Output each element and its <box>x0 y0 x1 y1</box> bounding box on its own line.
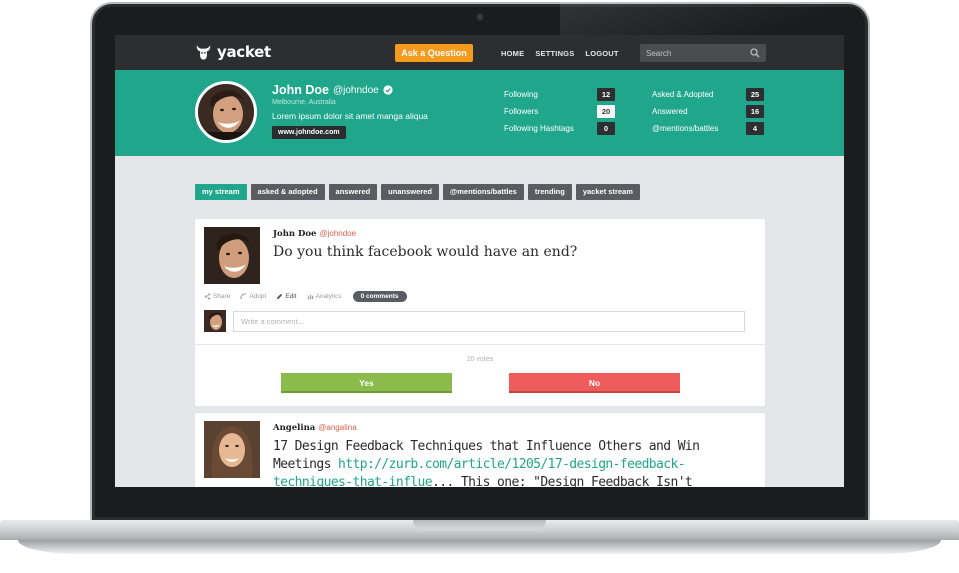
stat-mentions-count: 4 <box>746 122 764 135</box>
profile-bio: Lorem ipsum dolor sit amet manga aliqua <box>272 111 428 121</box>
post-author-avatar[interactable] <box>204 421 260 478</box>
stat-answered-count: 16 <box>746 105 764 118</box>
profile-header: John Doe @johndoe Melbourne, Australia L… <box>115 70 844 156</box>
post-author-handle[interactable]: @johndoe <box>319 229 356 238</box>
post-author-handle[interactable]: @angalina <box>318 423 356 432</box>
post-card: John Doe @johndoe Do you think facebook w… <box>195 219 765 406</box>
profile-website-link[interactable]: www.johndoe.com <box>272 126 346 139</box>
profile-name: John Doe <box>272 83 329 97</box>
webcam <box>476 13 484 21</box>
analytics-label: Analytics <box>315 293 342 300</box>
adopt-label: Adopt <box>249 293 267 300</box>
profile-name-row: John Doe @johndoe <box>272 83 393 97</box>
stat-followers-count: 20 <box>597 105 615 118</box>
tab-trending[interactable]: trending <box>527 184 572 200</box>
share-icon <box>204 293 211 300</box>
votes-count: 20 votes <box>466 356 494 363</box>
screen: yacket Ask a Question HOME SETTINGS LOGO… <box>115 35 844 487</box>
commenter-avatar <box>204 310 226 332</box>
stat-asked-label[interactable]: Asked & Adopted <box>652 90 713 99</box>
nav-logout-link[interactable]: LOGOUT <box>585 49 618 58</box>
stat-hashtags-count: 0 <box>597 122 615 135</box>
card-divider <box>195 344 765 345</box>
top-nav: yacket Ask a Question HOME SETTINGS LOGO… <box>115 35 844 70</box>
search-box <box>640 44 766 62</box>
edit-action[interactable]: Edit <box>276 293 297 300</box>
stat-following-count: 12 <box>597 88 615 101</box>
post-text-line2: Meetings <box>273 457 339 472</box>
post-question[interactable]: Do you think facebook would have an end? <box>273 244 577 260</box>
stat-followers-label[interactable]: Followers <box>504 107 538 116</box>
share-label: Share <box>213 293 231 300</box>
ask-question-button[interactable]: Ask a Question <box>395 44 473 62</box>
tab-answered[interactable]: answered <box>328 184 378 200</box>
nav-links: HOME SETTINGS LOGOUT <box>501 49 619 58</box>
vote-yes-button[interactable]: Yes <box>281 373 452 393</box>
tab-yacket-stream[interactable]: yacket stream <box>575 184 640 200</box>
share-action[interactable]: Share <box>204 293 230 300</box>
profile-handle[interactable]: @johndoe <box>333 85 379 96</box>
man-portrait-icon <box>198 84 254 140</box>
man-portrait-icon <box>204 310 226 332</box>
nav-settings-link[interactable]: SETTINGS <box>535 49 574 58</box>
post-author-name[interactable]: Angelina <box>273 423 315 433</box>
stream-tabs: my stream asked & adopted answered unans… <box>195 184 640 200</box>
tab-asked-adopted[interactable]: asked & adopted <box>250 184 325 200</box>
post-author-avatar[interactable] <box>204 227 260 284</box>
post-actions: Share Adopt Edit Analytics 0 comments <box>204 291 407 302</box>
verified-badge-icon <box>383 85 393 95</box>
comments-count-badge[interactable]: 0 comments <box>352 291 407 302</box>
laptop-notch <box>413 520 546 530</box>
stat-answered-label[interactable]: Answered <box>652 107 688 116</box>
adopt-action[interactable]: Adopt <box>240 293 266 300</box>
logo-text: yacket <box>217 43 271 61</box>
post-text: 17 Design Feedback Techniques that Influ… <box>273 438 703 487</box>
search-input[interactable] <box>640 44 745 62</box>
stat-mentions-label[interactable]: @mentions/battles <box>652 124 718 133</box>
post-author: Angelina @angalina <box>273 423 357 433</box>
analytics-action[interactable]: Analytics <box>307 293 342 300</box>
bull-logo-icon <box>196 45 211 60</box>
adopt-icon <box>240 293 247 300</box>
tab-mentions-battles[interactable]: @mentions/battles <box>442 184 524 200</box>
tab-my-stream[interactable]: my stream <box>195 184 247 200</box>
profile-avatar[interactable] <box>195 81 257 143</box>
logo[interactable]: yacket <box>195 43 271 61</box>
profile-location: Melbourne, Australia <box>272 99 336 106</box>
post-text-line1: 17 Design Feedback Techniques that Influ… <box>273 439 700 454</box>
analytics-icon <box>307 294 313 300</box>
comment-input[interactable] <box>233 311 745 332</box>
man-portrait-icon <box>204 227 260 284</box>
stat-asked-count: 25 <box>746 88 764 101</box>
laptop-base-bottom <box>18 540 941 554</box>
woman-portrait-icon <box>204 421 260 478</box>
post-card: Angelina @angalina 17 Design Feedback Tec… <box>195 413 765 487</box>
search-icon[interactable] <box>750 48 760 58</box>
tab-unanswered[interactable]: unanswered <box>381 184 439 200</box>
edit-label: Edit <box>285 293 297 300</box>
nav-home-link[interactable]: HOME <box>501 49 524 58</box>
pencil-icon <box>277 293 283 300</box>
post-author-name[interactable]: John Doe <box>273 229 316 239</box>
stat-hashtags-label[interactable]: Following Hashtags <box>504 124 574 133</box>
stat-following-label[interactable]: Following <box>504 90 538 99</box>
vote-no-button[interactable]: No <box>509 373 680 393</box>
post-author: John Doe @johndoe <box>273 229 356 239</box>
